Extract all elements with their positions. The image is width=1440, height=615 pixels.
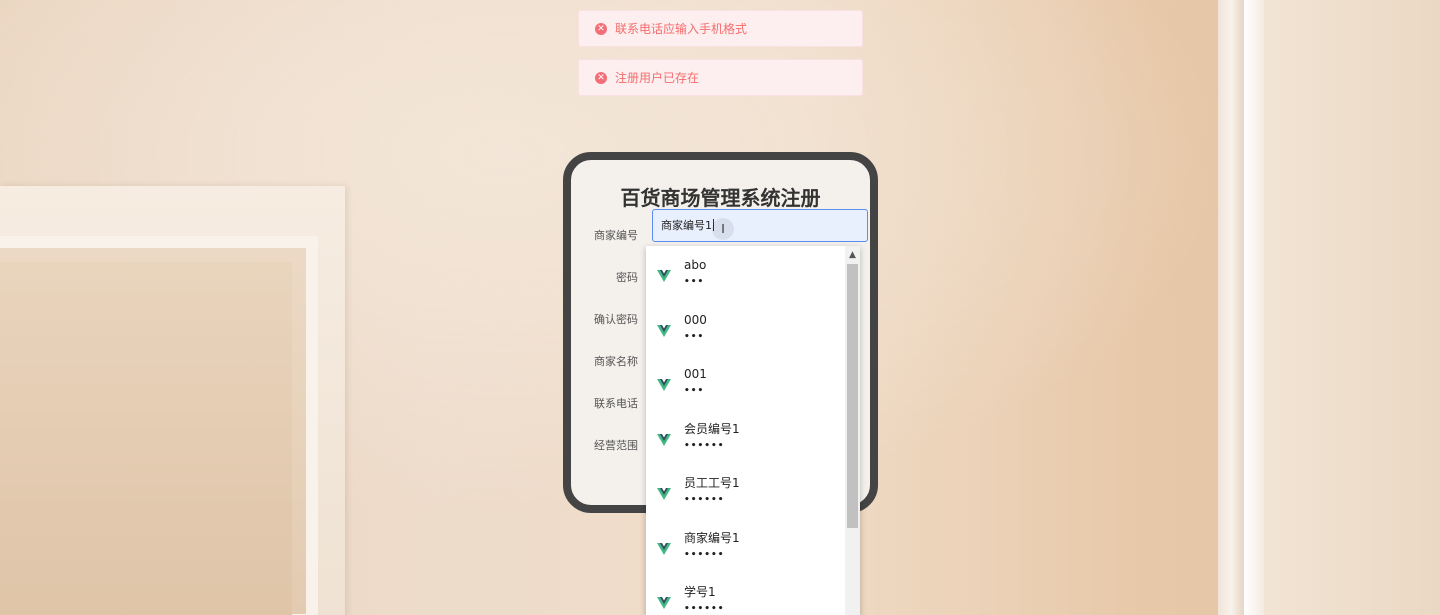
dropdown-scrollbar[interactable]: ▲ xyxy=(845,246,860,615)
business-scope-label: 经营范围 xyxy=(594,439,638,452)
scroll-up-arrow-icon[interactable]: ▲ xyxy=(845,250,860,260)
autofill-username: 员工工号1 xyxy=(684,476,740,490)
autofill-username: 会员编号1 xyxy=(684,421,740,436)
autofill-item[interactable]: 学号1 •••••• xyxy=(646,573,860,615)
toast-message: 联系电话应输入手机格式 xyxy=(615,22,748,36)
merchant-id-label: 商家编号 xyxy=(594,229,638,242)
vue-logo-icon xyxy=(657,541,671,555)
autofill-list: abo ••• 000 ••• 001 ••• 会员编号1 •••••• 员工工号1 ••••••… xyxy=(646,246,860,615)
background-door-panel xyxy=(0,262,292,615)
autofill-password-mask: •••••• xyxy=(684,495,725,505)
vue-logo-icon xyxy=(657,268,671,282)
autofill-item[interactable]: 员工工号1 •••••• xyxy=(646,464,860,519)
autofill-username: 000 xyxy=(684,312,707,327)
confirm-password-label: 确认密码 xyxy=(594,313,638,326)
password-label: 密码 xyxy=(616,271,638,284)
vue-logo-icon xyxy=(657,323,671,337)
autofill-item[interactable]: 000 ••• xyxy=(646,301,860,356)
autofill-username: 001 xyxy=(684,367,707,381)
merchant-name-label: 商家名称 xyxy=(594,355,638,368)
error-toast: ✕ 注册用户已存在 xyxy=(578,59,863,96)
merchant-id-input[interactable]: 商家编号1 xyxy=(652,209,868,242)
error-circle-icon: ✕ xyxy=(595,71,607,84)
autofill-dropdown[interactable]: abo ••• 000 ••• 001 ••• 会员编号1 •••••• 员工工号1 ••••••… xyxy=(646,246,860,615)
autofill-item[interactable]: abo ••• xyxy=(646,246,860,301)
autofill-username: abo xyxy=(684,258,707,272)
vue-logo-icon xyxy=(657,486,671,500)
autofill-password-mask: •••••• xyxy=(684,549,725,560)
background-pillar-highlight xyxy=(1244,0,1264,615)
autofill-item[interactable]: 001 ••• xyxy=(646,355,860,410)
autofill-username: 商家编号1 xyxy=(684,530,740,545)
error-toast: ✕ 联系电话应输入手机格式 xyxy=(578,10,863,47)
autofill-password-mask: ••• xyxy=(684,331,705,342)
scrollbar-thumb[interactable] xyxy=(847,264,858,528)
phone-label: 联系电话 xyxy=(594,397,638,410)
vue-logo-icon xyxy=(657,377,671,391)
error-circle-icon: ✕ xyxy=(595,22,607,35)
autofill-password-mask: ••• xyxy=(684,386,705,396)
autofill-username: 学号1 xyxy=(684,585,716,599)
background-right-wall xyxy=(1264,0,1440,615)
page-title: 百货商场管理系统注册 xyxy=(620,186,821,210)
autofill-item[interactable]: 会员编号1 •••••• xyxy=(646,410,860,465)
merchant-id-value: 商家编号1 xyxy=(661,219,712,232)
vue-logo-icon xyxy=(657,595,671,609)
autofill-password-mask: •••••• xyxy=(684,440,725,451)
autofill-password-mask: •••••• xyxy=(684,604,725,614)
background-pillar xyxy=(1218,0,1244,615)
vue-logo-icon xyxy=(657,432,671,446)
autofill-item[interactable]: 商家编号1 •••••• xyxy=(646,519,860,574)
toast-message: 注册用户已存在 xyxy=(615,71,700,85)
text-cursor-icon: I xyxy=(712,218,734,240)
autofill-password-mask: ••• xyxy=(684,277,705,287)
